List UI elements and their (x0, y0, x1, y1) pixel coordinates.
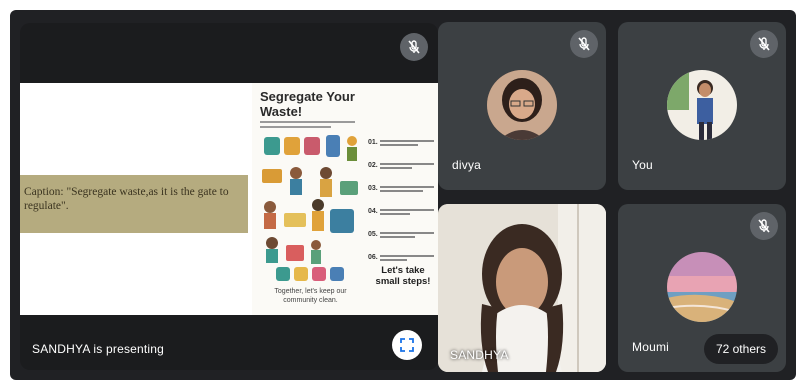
participant-tile-divya[interactable]: divya (438, 22, 606, 190)
poster-step: 01. (368, 139, 434, 160)
mic-off-icon (750, 212, 778, 240)
slide-caption: Caption: "Segregate waste,as it is the g… (20, 175, 248, 233)
participant-tile-you[interactable]: You (618, 22, 786, 190)
poster-step: 02. (368, 162, 434, 183)
fullscreen-icon (400, 338, 414, 352)
others-count-button[interactable]: 72 others (703, 334, 778, 364)
poster-steps: 01. 02. 03. 04. 05. 06. (368, 139, 434, 277)
mic-off-icon (400, 33, 428, 61)
participant-name: Moumi (632, 340, 670, 354)
participant-video (438, 204, 606, 372)
poster-step: 03. (368, 185, 434, 206)
avatar (487, 70, 557, 140)
mic-off-icon (750, 30, 778, 58)
meeting-stage: Caption: "Segregate waste,as it is the g… (10, 10, 796, 380)
participant-tile-moumi[interactable]: Moumi 72 others (618, 204, 786, 372)
participant-name: You (632, 158, 653, 172)
fullscreen-button[interactable] (392, 330, 422, 360)
poster-illustration (262, 135, 358, 281)
poster-title: Segregate Your Waste! (260, 89, 355, 119)
poster-subtitle-lines (260, 121, 355, 133)
participant-tile-sandhya[interactable]: SANDHYA (438, 204, 606, 372)
poster-footer: Together, let's keep our community clean… (274, 288, 347, 304)
shared-slide: Caption: "Segregate waste,as it is the g… (20, 83, 438, 315)
poster-step: 04. (368, 208, 434, 229)
poster-call-to-action: Let's take small steps! (375, 265, 431, 287)
presenter-label: SANDHYA is presenting (32, 342, 165, 356)
poster-step: 05. (368, 231, 434, 252)
segregate-waste-poster: Segregate Your Waste! 01. 02. 03. 04. 05… (252, 83, 438, 315)
avatar (667, 252, 737, 322)
mic-off-icon (570, 30, 598, 58)
avatar (667, 70, 737, 140)
presentation-tile[interactable]: Caption: "Segregate waste,as it is the g… (20, 23, 438, 370)
participant-name: divya (452, 158, 482, 172)
participant-name: SANDHYA (450, 348, 509, 362)
